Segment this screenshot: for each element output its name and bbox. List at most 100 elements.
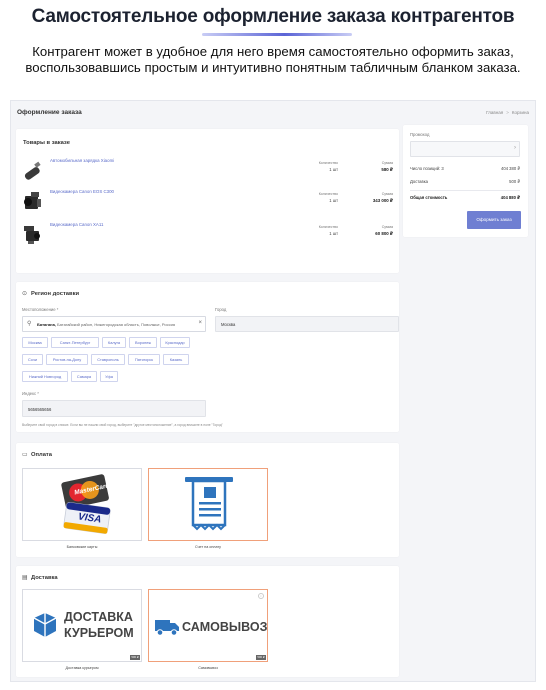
index-value: 5656565656 bbox=[28, 407, 52, 412]
index-input[interactable]: 5656565656 bbox=[22, 400, 206, 417]
delivery-option-pickup[interactable]: САМОВЫВОЗ i 500 ₽ bbox=[148, 589, 268, 662]
location-value-rest: Батагайский район, Нижегородская область… bbox=[55, 322, 175, 327]
sum-label: Сумма bbox=[381, 192, 393, 196]
payment-caption-cards: Банковские карты bbox=[66, 545, 98, 549]
hero-description: Контрагент может в удобное для него врем… bbox=[0, 44, 546, 75]
payment-option-invoice[interactable] bbox=[148, 468, 268, 541]
index-label: Индекс * bbox=[22, 391, 39, 396]
goods-title: Товары в заказе bbox=[23, 140, 70, 146]
city-chip[interactable]: Самара bbox=[71, 371, 97, 382]
hero-title: Самостоятельное оформление заказа контра… bbox=[31, 6, 515, 27]
truck-icon bbox=[155, 620, 179, 636]
wallet-icon: ▭ bbox=[22, 452, 28, 458]
breadcrumb: Главная > Корзина bbox=[486, 110, 529, 115]
breadcrumb-cart: Корзина bbox=[511, 110, 529, 115]
city-input[interactable]: Москва bbox=[215, 316, 399, 332]
city-chip[interactable]: Пятигорск bbox=[128, 354, 160, 365]
goods-card: Товары в заказе Автомобильная зарядка Xi… bbox=[16, 129, 399, 273]
camera-xa11-image[interactable] bbox=[22, 222, 44, 246]
payment-caption-invoice: Счет на оплату bbox=[194, 545, 222, 549]
courier-text-2: КУРЬЕРОМ bbox=[64, 626, 134, 640]
positions-label: Число позиций: 3 bbox=[410, 166, 444, 171]
clear-icon[interactable]: × bbox=[198, 320, 202, 326]
item-name-link[interactable]: Видеокамера Canon EOS C300 bbox=[50, 189, 114, 194]
region-hint: Выберите свой город в списке. Если вы не… bbox=[22, 423, 223, 427]
city-label: Город bbox=[215, 307, 227, 312]
sum-value: 60 800 ₽ bbox=[375, 231, 393, 236]
promo-apply-icon[interactable]: › bbox=[514, 145, 516, 151]
qty-label: Количество bbox=[318, 161, 338, 165]
pickup-text: САМОВЫВОЗ bbox=[182, 620, 268, 634]
payment-title: Оплата bbox=[31, 452, 52, 458]
delivery-caption-courier: Доставка курьером bbox=[65, 666, 99, 670]
city-chip[interactable]: Сочи bbox=[22, 354, 43, 365]
price-badge: 500 ₽ bbox=[130, 655, 140, 660]
invoice-icon bbox=[185, 477, 233, 531]
camera-c300-image[interactable] bbox=[22, 189, 44, 213]
sum-label: Сумма bbox=[381, 225, 393, 229]
cart-item: Видеокамера Canon EOS C300 Количество 1 … bbox=[22, 187, 393, 217]
sum-value: 580 ₽ bbox=[381, 167, 393, 172]
delivery-title: Доставка bbox=[31, 575, 58, 581]
bank-cards-icon bbox=[61, 474, 111, 534]
region-title: Регион доставки bbox=[31, 291, 80, 297]
city-chip[interactable]: Воронеж bbox=[129, 337, 157, 348]
cart-item: Видеокамера Canon XA11 Количество 1 шт С… bbox=[22, 220, 393, 250]
breadcrumb-home[interactable]: Главная bbox=[486, 110, 503, 115]
location-value: Батагана, Батагайский район, Нижегородск… bbox=[37, 322, 199, 327]
city-chip[interactable]: Москва bbox=[22, 337, 48, 348]
sum-label: Сумма bbox=[381, 161, 393, 165]
hero-desc-line-1: Контрагент может в удобное для него врем… bbox=[32, 44, 514, 59]
parcel-box-icon bbox=[33, 613, 57, 637]
cart-item: Автомобильная зарядка Xiaomi Количество … bbox=[22, 156, 393, 186]
item-name-link[interactable]: Видеокамера Canon XA11 bbox=[50, 222, 103, 227]
order-summary-card: Промокод › Число позиций: 3 404 380 ₽ До… bbox=[403, 125, 528, 237]
city-chip[interactable]: Казань bbox=[163, 354, 189, 365]
qty-label: Количество bbox=[318, 192, 338, 196]
delivery-caption-pickup: Самовывоз bbox=[198, 666, 218, 670]
place-order-button[interactable]: Оформить заказ bbox=[467, 211, 521, 229]
delivery-option-courier[interactable]: ДОСТАВКА КУРЬЕРОМ 500 ₽ bbox=[22, 589, 142, 662]
city-chip[interactable]: Калуга bbox=[102, 337, 126, 348]
city-chip[interactable]: Нижний Новгород bbox=[22, 371, 68, 382]
location-label: Местоположение * bbox=[22, 307, 59, 312]
location-pin-icon: ⊙ bbox=[22, 291, 28, 297]
promo-input[interactable]: › bbox=[410, 141, 520, 157]
total-label: Общая стоимость bbox=[410, 195, 448, 200]
delivery-truck-icon: ▤ bbox=[22, 575, 28, 581]
sum-value: 343 000 ₽ bbox=[372, 198, 393, 203]
location-input[interactable]: ⚲ Батагана, Батагайский район, Нижегород… bbox=[22, 316, 206, 332]
order-page-screenshot: Оформление заказа Главная > Корзина Товары… bbox=[10, 100, 536, 682]
summary-divider bbox=[410, 190, 520, 191]
delivery-row: Доставка 500 ₽ bbox=[410, 179, 520, 184]
qty-value: 1 шт bbox=[329, 198, 338, 203]
city-chip[interactable]: Ставрополь bbox=[91, 354, 125, 365]
price-badge: 500 ₽ bbox=[256, 655, 266, 660]
payment-option-cards[interactable]: MasterCard VISA bbox=[22, 468, 142, 541]
city-chip[interactable]: Санкт-Петербург bbox=[51, 337, 99, 348]
positions-value: 404 380 ₽ bbox=[501, 166, 520, 171]
hero-underline bbox=[202, 33, 352, 36]
car-charger-image[interactable] bbox=[22, 158, 44, 182]
city-value: Москва bbox=[221, 322, 236, 327]
delivery-value: 500 ₽ bbox=[509, 179, 520, 184]
qty-label: Количество bbox=[318, 225, 338, 229]
location-value-bold: Батагана, bbox=[37, 322, 56, 327]
positions-row: Число позиций: 3 404 380 ₽ bbox=[410, 166, 520, 171]
city-chip[interactable]: Краснодар bbox=[160, 337, 190, 348]
topbar: Оформление заказа Главная > Корзина bbox=[17, 107, 529, 121]
hero-desc-line-2: воспользовавшись простым и интуитивно по… bbox=[25, 59, 521, 75]
city-chip[interactable]: Ростов-на-Дону bbox=[46, 354, 88, 365]
promo-label: Промокод bbox=[410, 132, 430, 137]
delivery-label: Доставка bbox=[410, 179, 428, 184]
page-title: Оформление заказа bbox=[17, 109, 82, 116]
qty-value: 1 шт bbox=[329, 167, 338, 172]
qty-value: 1 шт bbox=[329, 231, 338, 236]
city-chip[interactable]: Уфа bbox=[100, 371, 118, 382]
total-row: Общая стоимость 404 880 ₽ bbox=[410, 195, 520, 200]
search-icon: ⚲ bbox=[27, 321, 32, 327]
item-name-link[interactable]: Автомобильная зарядка Xiaomi bbox=[50, 158, 114, 163]
breadcrumb-separator: > bbox=[506, 110, 509, 115]
courier-text-1: ДОСТАВКА bbox=[64, 610, 133, 624]
info-icon[interactable]: i bbox=[258, 593, 264, 599]
